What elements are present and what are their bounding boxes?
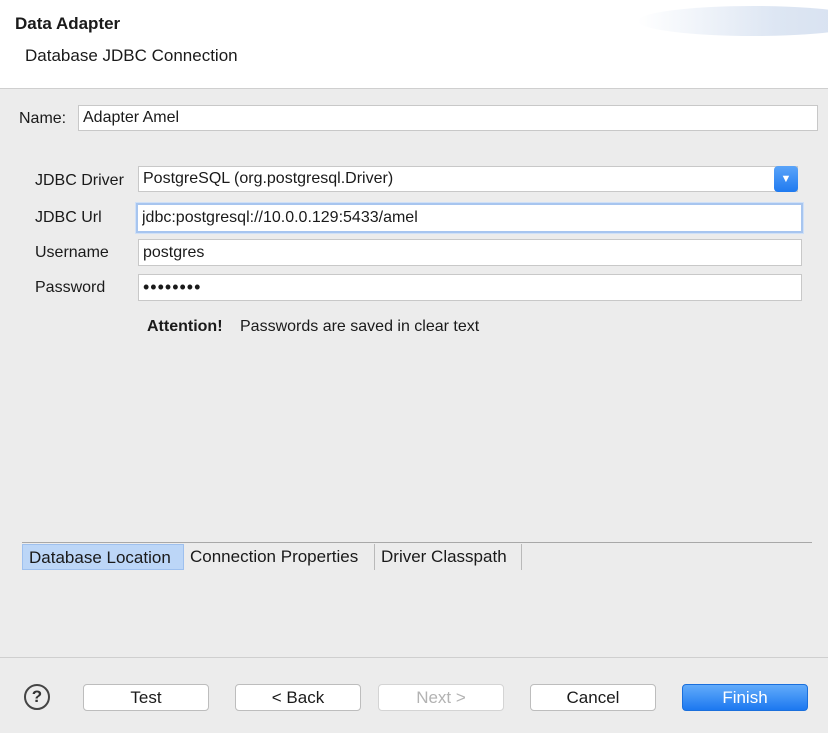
tabs-divider [22, 542, 812, 543]
chevron-down-icon[interactable]: ▼ [774, 166, 798, 192]
dialog-subtitle: Database JDBC Connection [25, 46, 238, 65]
dialog-title: Data Adapter [15, 14, 121, 33]
jdbc-driver-label: JDBC Driver [35, 172, 124, 189]
finish-button[interactable]: Finish [682, 684, 808, 711]
tab-database-location[interactable]: Database Location [22, 544, 184, 570]
jdbc-driver-select[interactable]: PostgreSQL (org.postgresql.Driver) ▼ [138, 166, 798, 192]
header-decoration [638, 6, 828, 36]
name-label: Name: [19, 110, 67, 127]
footer-divider [0, 657, 828, 658]
dialog-header: Data Adapter Database JDBC Connection [0, 0, 828, 89]
name-input[interactable] [78, 105, 818, 131]
attention-label: Attention! [147, 318, 223, 335]
jdbc-url-input[interactable] [136, 203, 803, 233]
jdbc-driver-value: PostgreSQL (org.postgresql.Driver) [143, 170, 394, 187]
tab-driver-classpath[interactable]: Driver Classpath [375, 544, 522, 570]
tab-connection-properties[interactable]: Connection Properties [184, 544, 375, 570]
password-input[interactable] [138, 274, 802, 301]
username-input[interactable] [138, 239, 802, 266]
attention-message: Passwords are saved in clear text [240, 318, 480, 335]
back-button[interactable]: < Back [235, 684, 361, 711]
help-icon[interactable]: ? [24, 684, 50, 710]
password-label: Password [35, 279, 106, 296]
jdbc-url-label: JDBC Url [35, 209, 102, 226]
test-button[interactable]: Test [83, 684, 209, 711]
username-label: Username [35, 244, 109, 261]
cancel-button[interactable]: Cancel [530, 684, 656, 711]
next-button[interactable]: Next > [378, 684, 504, 711]
